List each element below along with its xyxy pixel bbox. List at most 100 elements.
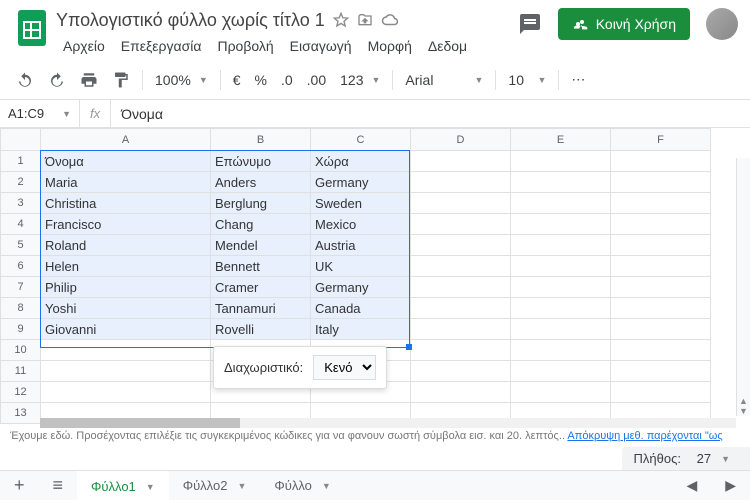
avatar[interactable]	[706, 8, 738, 40]
move-icon[interactable]	[357, 12, 373, 28]
separator-select[interactable]: Κενό	[313, 355, 376, 380]
redo-button[interactable]	[42, 66, 72, 94]
cell-D1[interactable]	[411, 151, 511, 172]
cell-C2[interactable]: Germany	[311, 172, 411, 193]
horizontal-scrollbar[interactable]	[40, 418, 736, 428]
cell-F10[interactable]	[611, 340, 711, 361]
cell-E12[interactable]	[511, 382, 611, 403]
font-selector[interactable]: Arial▼	[399, 67, 489, 93]
formula-bar[interactable]: Όνομα	[111, 106, 173, 122]
percent-button[interactable]: %	[249, 67, 273, 93]
format-selector[interactable]: 123▼	[334, 67, 386, 93]
cell-D3[interactable]	[411, 193, 511, 214]
row-header-8[interactable]: 8	[1, 298, 41, 319]
cell-D2[interactable]	[411, 172, 511, 193]
row-header-4[interactable]: 4	[1, 214, 41, 235]
col-header-B[interactable]: B	[211, 129, 311, 151]
cell-F8[interactable]	[611, 298, 711, 319]
cell-D5[interactable]	[411, 235, 511, 256]
star-icon[interactable]	[333, 12, 349, 28]
cell-C3[interactable]: Sweden	[311, 193, 411, 214]
comments-icon[interactable]	[518, 12, 542, 36]
cell-C9[interactable]: Italy	[311, 319, 411, 340]
row-header-9[interactable]: 9	[1, 319, 41, 340]
cloud-icon[interactable]	[381, 13, 399, 27]
cell-B7[interactable]: Cramer	[211, 277, 311, 298]
sheet-tab-0[interactable]: Φύλλο1▼	[77, 471, 169, 500]
cell-A8[interactable]: Yoshi	[41, 298, 211, 319]
print-button[interactable]	[74, 66, 104, 94]
info-link[interactable]: Απόκρυψη μεθ. παρέχονται "ως	[567, 430, 722, 442]
cell-C4[interactable]: Mexico	[311, 214, 411, 235]
font-size-selector[interactable]: 10▼	[502, 67, 552, 93]
cell-D9[interactable]	[411, 319, 511, 340]
cell-F5[interactable]	[611, 235, 711, 256]
cell-E2[interactable]	[511, 172, 611, 193]
zoom-selector[interactable]: 100%▼	[149, 67, 214, 93]
name-box[interactable]: A1:C9▼	[0, 100, 80, 127]
cell-F2[interactable]	[611, 172, 711, 193]
col-header-A[interactable]: A	[41, 129, 211, 151]
cell-E9[interactable]	[511, 319, 611, 340]
cell-F11[interactable]	[611, 361, 711, 382]
col-header-D[interactable]: D	[411, 129, 511, 151]
cell-A11[interactable]	[41, 361, 211, 382]
vertical-scrollbar[interactable]: ▲▼	[736, 158, 750, 416]
row-header-10[interactable]: 10	[1, 340, 41, 361]
cell-B2[interactable]: Anders	[211, 172, 311, 193]
row-header-11[interactable]: 11	[1, 361, 41, 382]
cell-D8[interactable]	[411, 298, 511, 319]
cell-D11[interactable]	[411, 361, 511, 382]
cell-E6[interactable]	[511, 256, 611, 277]
row-header-2[interactable]: 2	[1, 172, 41, 193]
undo-button[interactable]	[10, 66, 40, 94]
row-header-6[interactable]: 6	[1, 256, 41, 277]
cell-D10[interactable]	[411, 340, 511, 361]
cell-F12[interactable]	[611, 382, 711, 403]
row-header-7[interactable]: 7	[1, 277, 41, 298]
tab-nav-right[interactable]: ▶	[711, 477, 750, 494]
cell-A5[interactable]: Roland	[41, 235, 211, 256]
status-bar[interactable]: Πλήθος: 27▼	[622, 447, 750, 470]
row-header-5[interactable]: 5	[1, 235, 41, 256]
cell-D4[interactable]	[411, 214, 511, 235]
cell-A12[interactable]	[41, 382, 211, 403]
add-sheet-button[interactable]: +	[0, 471, 39, 500]
col-header-E[interactable]: E	[511, 129, 611, 151]
paint-format-button[interactable]	[106, 66, 136, 94]
cell-C6[interactable]: UK	[311, 256, 411, 277]
cell-E11[interactable]	[511, 361, 611, 382]
row-header-3[interactable]: 3	[1, 193, 41, 214]
cell-B9[interactable]: Rovelli	[211, 319, 311, 340]
more-toolbar-button[interactable]: ⋯	[565, 66, 591, 93]
sheet-tab-2[interactable]: Φύλλο▼	[260, 471, 344, 500]
menu-0[interactable]: Αρχείο	[56, 34, 112, 58]
cell-A4[interactable]: Francisco	[41, 214, 211, 235]
cell-B6[interactable]: Bennett	[211, 256, 311, 277]
cell-B5[interactable]: Mendel	[211, 235, 311, 256]
cell-B3[interactable]: Berglung	[211, 193, 311, 214]
cell-A1[interactable]: Όνομα	[41, 151, 211, 172]
cell-F9[interactable]	[611, 319, 711, 340]
cell-E3[interactable]	[511, 193, 611, 214]
sheets-logo[interactable]	[12, 8, 52, 48]
cell-A9[interactable]: Giovanni	[41, 319, 211, 340]
cell-B8[interactable]: Tannamuri	[211, 298, 311, 319]
cell-E10[interactable]	[511, 340, 611, 361]
col-header-F[interactable]: F	[611, 129, 711, 151]
row-header-1[interactable]: 1	[1, 151, 41, 172]
cell-E1[interactable]	[511, 151, 611, 172]
cell-C7[interactable]: Germany	[311, 277, 411, 298]
tab-nav-left[interactable]: ◀	[672, 477, 711, 494]
row-header-13[interactable]: 13	[1, 403, 41, 424]
col-header-C[interactable]: C	[311, 129, 411, 151]
cell-C1[interactable]: Χώρα	[311, 151, 411, 172]
menu-5[interactable]: Δεδομ	[421, 34, 474, 58]
cell-F3[interactable]	[611, 193, 711, 214]
menu-4[interactable]: Μορφή	[361, 34, 419, 58]
currency-button[interactable]: €	[227, 67, 247, 93]
menu-2[interactable]: Προβολή	[210, 34, 280, 58]
cell-F4[interactable]	[611, 214, 711, 235]
cell-F1[interactable]	[611, 151, 711, 172]
cell-E7[interactable]	[511, 277, 611, 298]
